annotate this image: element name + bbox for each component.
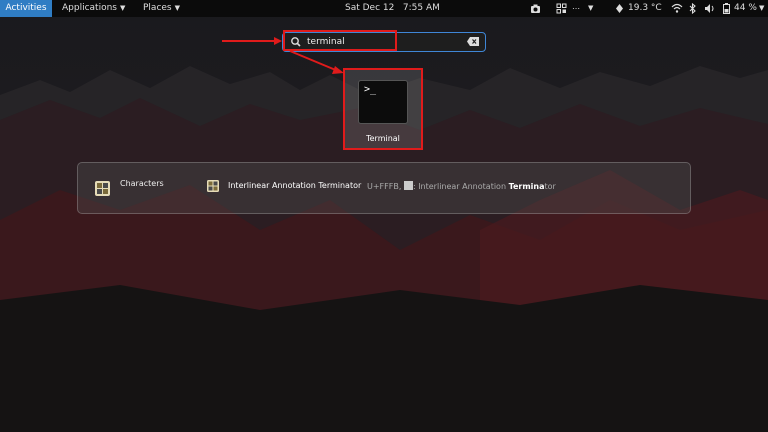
battery-percentage[interactable]: 44 % — [734, 0, 757, 17]
activities-button[interactable]: Activities — [0, 0, 52, 17]
characters-app-icon[interactable] — [95, 181, 110, 196]
search-provider-results: Characters Interlinear Annotation Termin… — [77, 162, 691, 214]
result-desc-highlight: Termina — [508, 182, 545, 191]
wifi-icon[interactable] — [671, 3, 683, 14]
camera-icon[interactable] — [530, 3, 541, 14]
character-result-icon — [207, 180, 219, 192]
network-grid-icon[interactable] — [556, 3, 567, 14]
clock[interactable]: Sat Dec 12 7:55 AM — [345, 0, 440, 17]
weather-temperature[interactable]: 19.3 °C — [628, 0, 662, 17]
result-title: Interlinear Annotation Terminator — [228, 181, 362, 190]
result-desc-prefix: : Interlinear Annotation — [412, 182, 509, 191]
places-label: Places — [143, 3, 172, 13]
more-icon: ⋯ — [572, 4, 580, 13]
weather-icon — [616, 4, 623, 13]
system-menu-arrow-icon[interactable]: ▼ — [759, 0, 764, 17]
places-menu[interactable]: Places ▼ — [143, 0, 180, 17]
annotation-highlight-search — [283, 30, 397, 51]
volume-icon[interactable] — [704, 3, 716, 14]
clear-search-icon[interactable] — [467, 37, 479, 46]
glyph-placeholder — [403, 181, 413, 190]
battery-icon[interactable] — [723, 3, 730, 14]
applications-menu[interactable]: Applications ▼ — [62, 0, 125, 17]
desktop-wallpaper — [0, 66, 768, 432]
annotation-highlight-app — [343, 68, 423, 150]
result-desc-suffix: tor — [544, 182, 556, 191]
applications-label: Applications — [62, 3, 117, 13]
provider-name[interactable]: Characters — [120, 179, 164, 188]
result-description: U+FFFB, : Interlinear Annotation Termina… — [367, 181, 556, 191]
result-code: U+FFFB, — [367, 182, 402, 191]
bluetooth-icon[interactable] — [689, 3, 697, 14]
character-result-item[interactable]: Interlinear Annotation Terminator — [228, 181, 361, 190]
chevron-down-icon: ▼ — [174, 4, 181, 12]
dropdown-arrow-icon[interactable]: ▼ — [588, 0, 593, 17]
top-bar: Activities Applications ▼ Places ▼ Sat Dec… — [0, 0, 768, 17]
chevron-down-icon: ▼ — [119, 4, 126, 12]
